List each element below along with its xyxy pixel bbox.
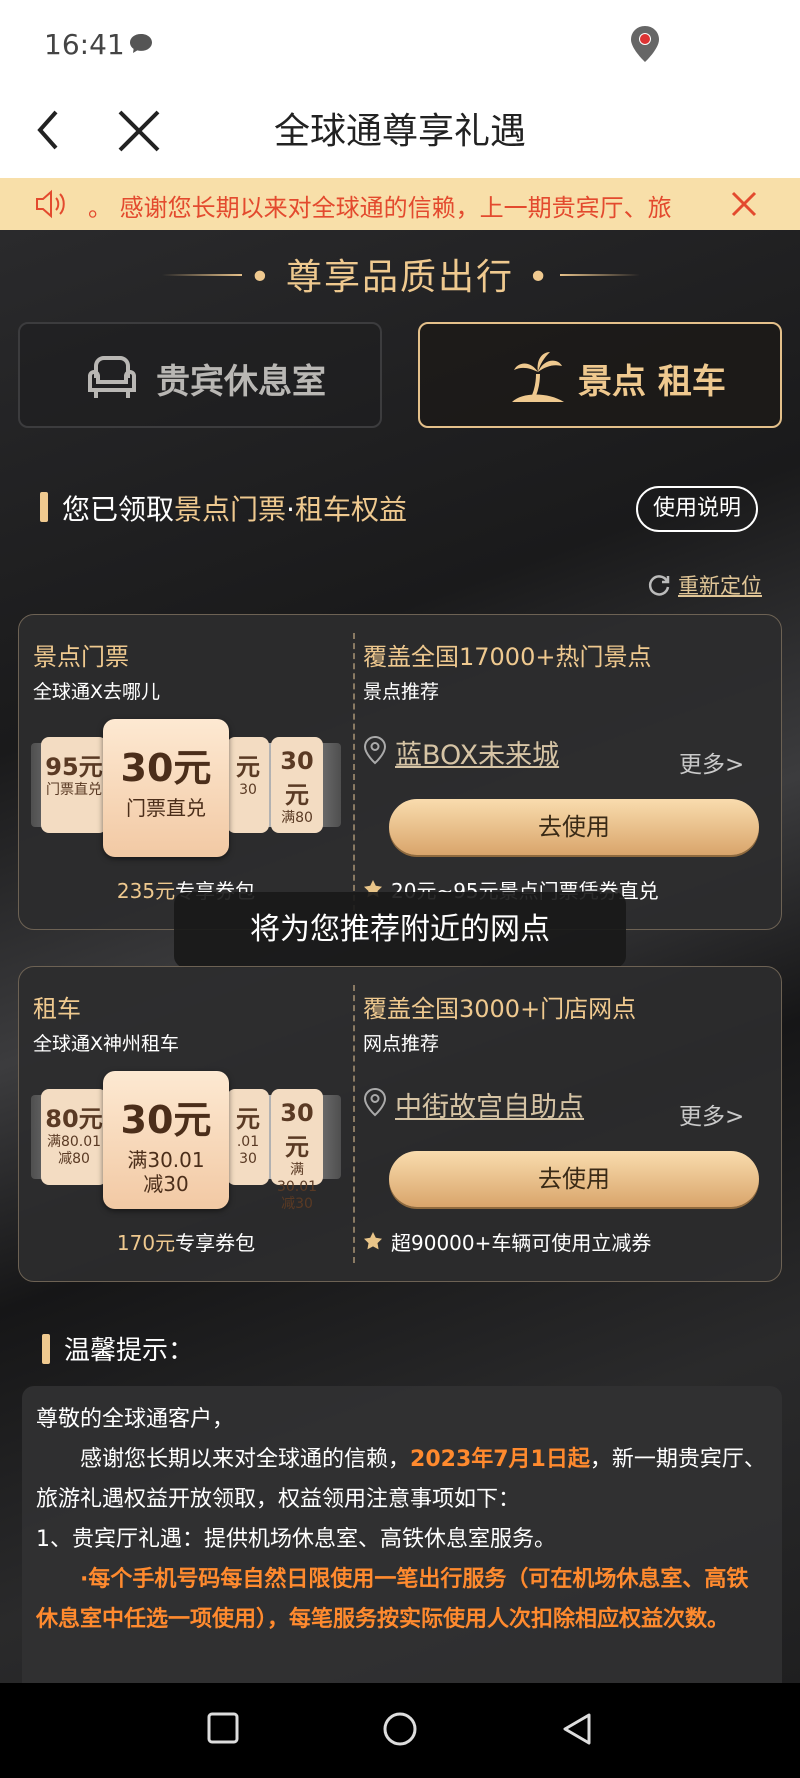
coupon-ticket: 95元 门票直兑 — [41, 737, 107, 833]
tips-box: 尊敬的全球通客户， 感谢您长期以来对全球通的信赖，2023年7月1日起，新一期贵… — [22, 1386, 782, 1683]
recommended-place-link[interactable]: 蓝BOX未来城 — [395, 733, 559, 772]
use-button[interactable]: 去使用 — [389, 799, 759, 855]
coupon-ticket: 元 30 — [227, 737, 269, 833]
map-pin-icon — [363, 1087, 387, 1121]
notice-text: 。 感谢您长期以来对全球通的信赖，上一期贵宾厅、旅 — [88, 194, 672, 222]
tab-vip-lounge[interactable]: 贵宾休息室 — [18, 322, 382, 428]
status-bar: 16:41 — [0, 0, 800, 90]
card-divider — [353, 985, 355, 1263]
scenic-ticket-card: 景点门票 全球通X去哪儿 95元 门票直兑 元 30 30元 满80 30元 门票直兑 … — [18, 614, 782, 930]
card-title: 租车 — [33, 995, 81, 1023]
status-time: 16:41 — [44, 28, 125, 61]
recommendation-label: 网点推荐 — [363, 1033, 440, 1055]
coupon-ticket: 30元 满30.01 减30 — [271, 1089, 323, 1212]
section-marker — [40, 492, 48, 522]
message-icon — [128, 32, 154, 60]
coupon-pack-label: 170元专享券包 — [116, 1231, 256, 1255]
use-button[interactable]: 去使用 — [389, 1151, 759, 1207]
more-link[interactable]: 更多> — [679, 745, 744, 779]
usage-guide-button[interactable]: 使用说明 — [636, 486, 758, 532]
coupon-ticket: 30元 满80 — [271, 737, 323, 833]
tips-title: 温馨提示： — [64, 1336, 195, 1366]
map-pin-icon — [363, 735, 387, 769]
card-divider — [353, 633, 355, 911]
triangle-back-icon — [563, 1713, 591, 1745]
benefit-note: 超90000+车辆可使用立减券 — [391, 1231, 652, 1255]
tips-marker — [42, 1334, 50, 1364]
tips-item-1: 1、贵宾厅礼遇：提供机场休息室、高铁休息室服务。 — [36, 1527, 556, 1552]
recent-apps-button[interactable] — [206, 1711, 240, 1749]
recommended-place-link[interactable]: 中街故宫自助点 — [395, 1085, 584, 1124]
hero-title: • 尊享品质出行 • — [249, 257, 551, 298]
recommendation-label: 景点推荐 — [363, 681, 440, 703]
back-nav-button[interactable] — [560, 1711, 594, 1751]
coverage-title: 覆盖全国3000+门店网点 — [363, 995, 637, 1023]
relocate-link[interactable]: 重新定位 — [646, 570, 762, 600]
toast-message: 将为您推荐附近的网点 — [174, 892, 626, 968]
card-partner: 全球通X神州租车 — [33, 1033, 180, 1055]
location-status-icon — [628, 24, 662, 68]
tips-item-1-rule: ·每个手机号码每自然日限使用一笔出行服务（可在机场休息室、高铁休息室中任选一项使… — [36, 1567, 749, 1632]
tips-paragraph: 感谢您长期以来对全球通的信赖，2023年7月1日起，新一期贵宾厅、旅游礼遇权益开… — [36, 1447, 766, 1512]
more-link[interactable]: 更多> — [679, 1097, 744, 1131]
home-button[interactable] — [382, 1711, 418, 1751]
coupon-ticket: 元 .01 30 — [227, 1089, 269, 1185]
card-partner: 全球通X去哪儿 — [33, 681, 161, 703]
notice-close-icon[interactable] — [728, 188, 760, 224]
star-icon — [363, 1231, 383, 1255]
square-icon — [207, 1712, 239, 1744]
section-title: 您已领取景点门票·租车权益 — [62, 493, 407, 526]
speaker-icon — [34, 188, 70, 224]
palm-tree-icon — [508, 348, 568, 410]
coupon-ticket: 80元 满80.01 减80 — [41, 1089, 107, 1185]
system-navigation-bar — [0, 1683, 800, 1778]
card-title: 景点门票 — [33, 643, 129, 671]
top-navbar: 全球通尊享礼遇 — [0, 90, 800, 178]
refresh-icon — [648, 575, 670, 596]
coupon-ticket-featured: 30元 门票直兑 — [103, 719, 229, 857]
tab-vip-lounge-label: 贵宾休息室 — [156, 362, 326, 402]
tips-greeting: 尊敬的全球通客户， — [36, 1407, 235, 1432]
coupon-ticket-featured: 30元 满30.01 减30 — [103, 1071, 229, 1209]
notice-bar[interactable]: 。 感谢您长期以来对全球通的信赖，上一期贵宾厅、旅 — [0, 178, 800, 230]
hero-divider-right — [560, 274, 640, 276]
tab-scenic-car-label: 景点 租车 — [578, 362, 726, 402]
armchair-icon — [84, 348, 140, 408]
tab-scenic-car[interactable]: 景点 租车 — [418, 322, 782, 428]
coupon-stack: 80元 满80.01 减80 元 .01 30 30元 满30.01 减30 30元满… — [31, 1071, 341, 1212]
page-title: 全球通尊享礼遇 — [273, 111, 526, 152]
coverage-title: 覆盖全国17000+热门景点 — [363, 643, 652, 671]
car-rental-card: 租车 全球通X神州租车 80元 满80.01 减80 元 .01 30 30元 满30… — [18, 966, 782, 1282]
circle-icon — [383, 1712, 417, 1746]
main-content: • 尊享品质出行 • 贵宾休息室 景点 租车 您已领取景点门票·租车权益 使用说… — [0, 230, 800, 1683]
coupon-stack: 95元 门票直兑 元 30 30元 满80 30元 门票直兑 — [31, 719, 341, 859]
